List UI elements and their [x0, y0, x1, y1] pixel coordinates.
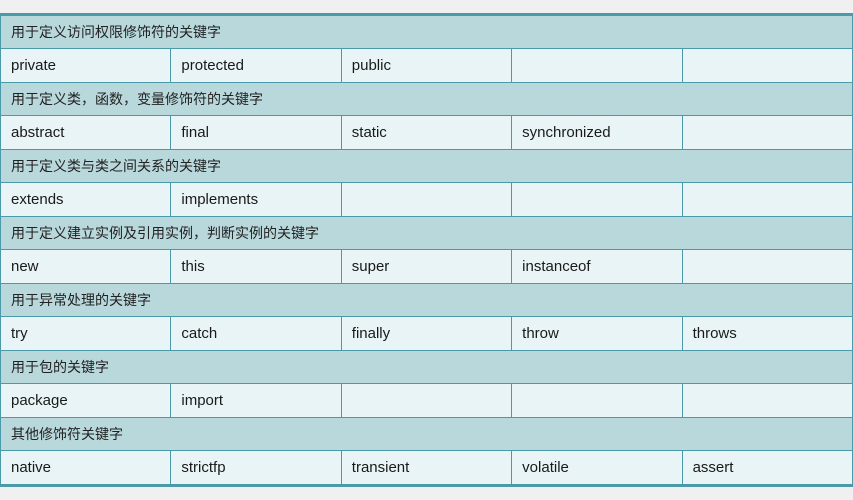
- cell-s0-r0-c3: [512, 49, 682, 83]
- cell-s0-r0-c2: public: [341, 49, 511, 83]
- table-row: newthissuperinstanceof: [1, 250, 853, 284]
- section-header-5: 用于包的关键字: [1, 351, 853, 384]
- cell-s5-r0-c1: import: [171, 384, 341, 418]
- main-table-container: 用于定义访问权限修饰符的关键字privateprotectedpublic用于定…: [0, 13, 853, 487]
- cell-s4-r0-c2: finally: [341, 317, 511, 351]
- table-row: trycatchfinallythrowthrows: [1, 317, 853, 351]
- cell-s1-r0-c1: final: [171, 116, 341, 150]
- table-row: abstractfinalstaticsynchronized: [1, 116, 853, 150]
- cell-s2-r0-c4: [682, 183, 852, 217]
- cell-s3-r0-c0: new: [1, 250, 171, 284]
- cell-s3-r0-c3: instanceof: [512, 250, 682, 284]
- section-header-3: 用于定义建立实例及引用实例，判断实例的关键字: [1, 217, 853, 250]
- cell-s2-r0-c2: [341, 183, 511, 217]
- cell-s6-r0-c4: assert: [682, 451, 852, 485]
- cell-s6-r0-c0: native: [1, 451, 171, 485]
- section-header-0: 用于定义访问权限修饰符的关键字: [1, 16, 853, 49]
- cell-s4-r0-c4: throws: [682, 317, 852, 351]
- cell-s5-r0-c0: package: [1, 384, 171, 418]
- table-row: packageimport: [1, 384, 853, 418]
- section-header-6: 其他修饰符关键字: [1, 418, 853, 451]
- table-row: extendsimplements: [1, 183, 853, 217]
- cell-s6-r0-c2: transient: [341, 451, 511, 485]
- table-row: privateprotectedpublic: [1, 49, 853, 83]
- section-header-4: 用于异常处理的关键字: [1, 284, 853, 317]
- cell-s4-r0-c0: try: [1, 317, 171, 351]
- cell-s0-r0-c0: private: [1, 49, 171, 83]
- cell-s0-r0-c4: [682, 49, 852, 83]
- cell-s6-r0-c3: volatile: [512, 451, 682, 485]
- cell-s6-r0-c1: strictfp: [171, 451, 341, 485]
- table-row: nativestrictfptransientvolatileassert: [1, 451, 853, 485]
- cell-s1-r0-c2: static: [341, 116, 511, 150]
- section-header-2: 用于定义类与类之间关系的关键字: [1, 150, 853, 183]
- cell-s1-r0-c0: abstract: [1, 116, 171, 150]
- cell-s5-r0-c2: [341, 384, 511, 418]
- cell-s3-r0-c4: [682, 250, 852, 284]
- keywords-table: 用于定义访问权限修饰符的关键字privateprotectedpublic用于定…: [0, 15, 853, 485]
- cell-s3-r0-c2: super: [341, 250, 511, 284]
- cell-s5-r0-c4: [682, 384, 852, 418]
- section-header-1: 用于定义类，函数，变量修饰符的关键字: [1, 83, 853, 116]
- cell-s5-r0-c3: [512, 384, 682, 418]
- cell-s4-r0-c3: throw: [512, 317, 682, 351]
- cell-s2-r0-c3: [512, 183, 682, 217]
- cell-s1-r0-c3: synchronized: [512, 116, 682, 150]
- cell-s3-r0-c1: this: [171, 250, 341, 284]
- cell-s2-r0-c0: extends: [1, 183, 171, 217]
- cell-s1-r0-c4: [682, 116, 852, 150]
- cell-s0-r0-c1: protected: [171, 49, 341, 83]
- cell-s2-r0-c1: implements: [171, 183, 341, 217]
- cell-s4-r0-c1: catch: [171, 317, 341, 351]
